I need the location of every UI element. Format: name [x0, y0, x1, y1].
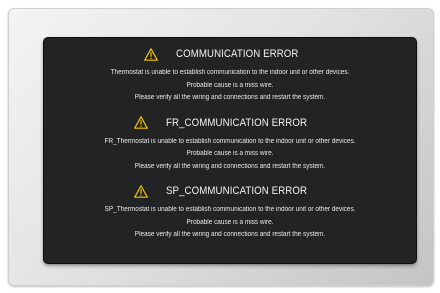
error-instruction: Please verify all the wiring and connect…	[134, 94, 326, 101]
fr-communication-error-block: FR_COMMUNICATION ERROR FR_Thermostat is …	[44, 115, 416, 174]
error-title-row: SP_COMMUNICATION ERROR	[44, 183, 416, 199]
error-instruction: Please verify all the wiring and connect…	[134, 231, 326, 238]
error-description: Thermostat is unable to establish commun…	[110, 69, 350, 76]
error-screen: COMMUNICATION ERROR Thermostat is unable…	[44, 38, 416, 263]
error-probable-cause: Probable cause is a miss wire.	[186, 218, 274, 226]
error-probable-cause: Probable cause is a miss wire.	[186, 150, 274, 157]
warning-icon	[133, 116, 148, 129]
error-description: SP_Thermostat is unable to establish com…	[104, 206, 356, 213]
error-title: SP_COMMUNICATION ERROR	[165, 185, 307, 197]
sp-communication-error-block: SP_COMMUNICATION ERROR SP_Thermostat is …	[44, 183, 416, 242]
communication-error-block: COMMUNICATION ERROR Thermostat is unable…	[44, 46, 416, 105]
warning-icon	[133, 184, 148, 198]
error-title-row: COMMUNICATION ERROR	[44, 46, 416, 62]
error-title-row: FR_COMMUNICATION ERROR	[44, 115, 416, 131]
error-title: FR_COMMUNICATION ERROR	[165, 116, 307, 129]
error-probable-cause: Probable cause is a miss wire.	[186, 81, 274, 89]
error-title: COMMUNICATION ERROR	[176, 48, 299, 60]
warning-icon	[144, 47, 159, 61]
error-description: FR_Thermostat is unable to establish com…	[104, 137, 356, 145]
error-instruction: Please verify all the wiring and connect…	[134, 162, 326, 170]
